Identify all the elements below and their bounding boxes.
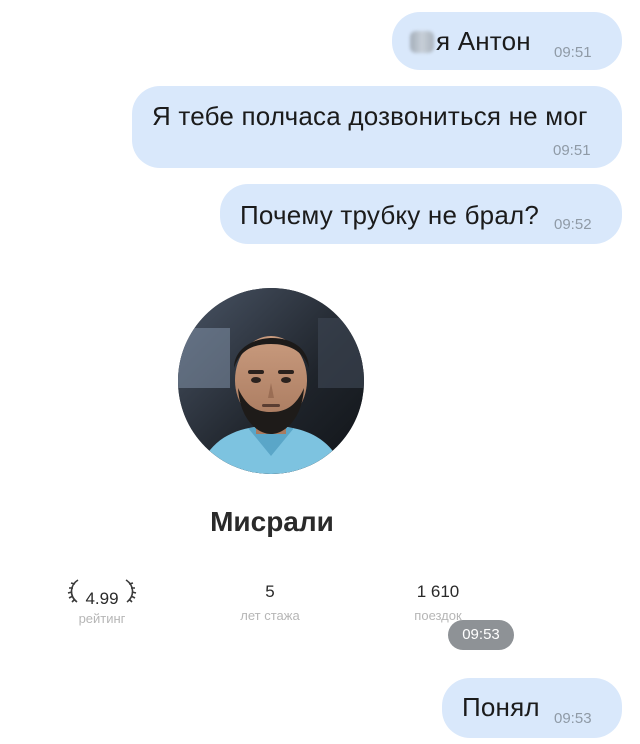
experience-value: 5 — [265, 582, 275, 601]
trips-value: 1 610 — [416, 582, 460, 601]
trips-stat: 1 610 поездок — [388, 582, 488, 624]
laurel-left-icon — [67, 579, 79, 603]
rating-value-wrap: 4.99 — [52, 578, 152, 609]
experience-label: лет стажа — [240, 608, 300, 623]
redacted-name — [410, 31, 434, 53]
rating-value: 4.99 — [85, 589, 119, 608]
message-time: 09:52 — [554, 216, 592, 233]
message-bubble[interactable]: я Антон 09:51 — [392, 12, 622, 70]
message-time: 09:51 — [553, 142, 591, 159]
image-time-badge: 09:53 — [448, 620, 514, 650]
driver-avatar — [178, 288, 364, 474]
message-text: Я тебе полчаса дозвониться не мог — [152, 101, 588, 131]
rating-stat: 4.99 рейтинг — [52, 578, 152, 627]
chat-screen: я Антон 09:51 Я тебе полчаса дозвониться… — [0, 0, 640, 744]
message-bubble[interactable]: Почему трубку не брал? 09:52 — [220, 184, 622, 244]
message-time: 09:51 — [554, 44, 592, 61]
experience-stat: 5 лет стажа — [220, 582, 320, 624]
message-bubble[interactable]: Понял 09:53 — [442, 678, 622, 738]
driver-name: Мисрали — [210, 506, 334, 537]
rating-label: рейтинг — [78, 611, 126, 626]
message-bubble[interactable]: Я тебе полчаса дозвониться не мог 09:51 — [132, 86, 622, 168]
laurel-right-icon — [125, 579, 137, 603]
message-text: Почему трубку не брал? — [240, 200, 540, 230]
message-time: 09:53 — [554, 710, 592, 727]
driver-photo — [178, 288, 364, 474]
message-text: я Антон — [436, 26, 531, 56]
message-text: Понял — [462, 692, 540, 722]
